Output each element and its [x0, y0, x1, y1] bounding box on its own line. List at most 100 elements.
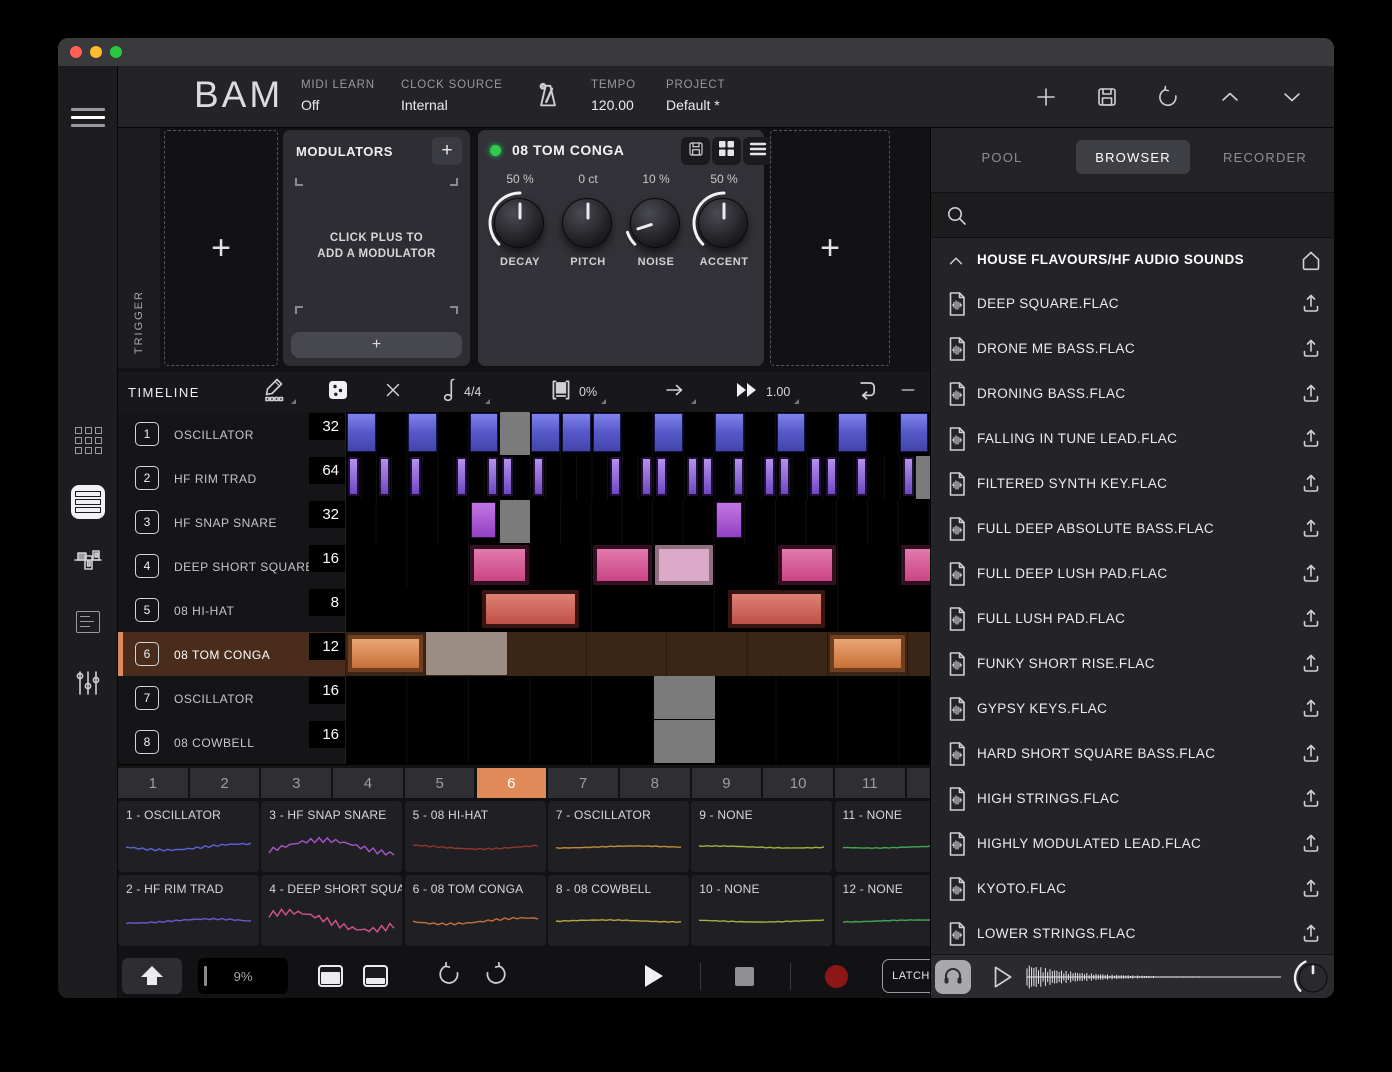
- clock-source-value[interactable]: Internal: [401, 97, 503, 113]
- redo-button[interactable]: [483, 961, 509, 992]
- note-block-blue[interactable]: [347, 413, 376, 452]
- draw-tool-button[interactable]: [261, 378, 287, 406]
- track-header[interactable]: 608 TOM CONGA12: [118, 632, 346, 676]
- layout-bottom-button[interactable]: [363, 965, 388, 987]
- add-modulator-button[interactable]: +: [432, 137, 462, 165]
- pattern-card[interactable]: 12 - NONE: [835, 875, 931, 946]
- note-block-gray[interactable]: [500, 412, 531, 455]
- stop-button[interactable]: [735, 967, 754, 986]
- sequencer-view-button[interactable]: [71, 485, 105, 519]
- track-header[interactable]: 508 HI-HAT8: [118, 588, 346, 632]
- tab-recorder[interactable]: RECORDER: [1206, 140, 1324, 174]
- window-titlebar[interactable]: [58, 38, 1334, 66]
- file-row[interactable]: FULL DEEP ABSOLUTE BASS.FLAC: [931, 507, 1334, 552]
- track-header[interactable]: 808 COWBELL16: [118, 720, 346, 764]
- track-number-badge[interactable]: 4: [135, 554, 159, 578]
- pattern-card[interactable]: 7 - OSCILLATOR: [548, 801, 689, 872]
- note-block-rim[interactable]: [487, 457, 498, 496]
- note-block-blue[interactable]: [531, 413, 560, 452]
- close-window-button[interactable]: [70, 46, 82, 58]
- knob-accent[interactable]: 50 %ACCENT: [690, 172, 758, 268]
- add-modulator-pill-button[interactable]: +: [291, 332, 462, 358]
- note-block-rim[interactable]: [502, 457, 513, 496]
- note-block-blue[interactable]: [838, 413, 867, 452]
- zoom-window-button[interactable]: [110, 46, 122, 58]
- note-block-rim[interactable]: [456, 457, 467, 496]
- note-block-red[interactable]: [728, 590, 825, 628]
- track-grid[interactable]: [346, 456, 930, 500]
- load-file-icon[interactable]: [1299, 786, 1323, 815]
- zoom-level-display[interactable]: 9%: [198, 958, 288, 994]
- file-row[interactable]: DRONE ME BASS.FLAC: [931, 327, 1334, 372]
- pattern-card[interactable]: 5 - 08 HI-HAT: [405, 801, 546, 872]
- track-steps-count[interactable]: 32: [309, 413, 345, 440]
- load-file-icon[interactable]: [1299, 381, 1323, 410]
- save-button[interactable]: [1092, 86, 1122, 112]
- note-block-gray[interactable]: [916, 456, 930, 499]
- scene-button-2[interactable]: 2: [190, 768, 260, 798]
- scene-button-9[interactable]: 9: [692, 768, 762, 798]
- track-grid[interactable]: [346, 544, 930, 588]
- pattern-card[interactable]: 6 - 08 TOM CONGA: [405, 875, 546, 946]
- note-block-pinklight[interactable]: [655, 545, 714, 585]
- load-file-icon[interactable]: [1299, 561, 1323, 590]
- note-block-red[interactable]: [482, 590, 579, 628]
- load-file-icon[interactable]: [1299, 696, 1323, 725]
- pattern-card[interactable]: 10 - NONE: [691, 875, 832, 946]
- load-file-icon[interactable]: [1299, 831, 1323, 860]
- note-block-blue[interactable]: [593, 413, 622, 452]
- load-file-icon[interactable]: [1299, 606, 1323, 635]
- preview-volume-knob[interactable]: [1289, 953, 1334, 998]
- midi-learn-control[interactable]: MIDI LEARN Off: [301, 79, 375, 113]
- swing-control[interactable]: 0%: [548, 378, 597, 406]
- pattern-card[interactable]: 4 - DEEP SHORT SQUARE: [261, 875, 402, 946]
- collapse-panel-button[interactable]: [122, 958, 182, 994]
- scene-button-10[interactable]: 10: [763, 768, 833, 798]
- track-number-badge[interactable]: 5: [135, 598, 159, 622]
- note-block-rim[interactable]: [856, 457, 867, 496]
- file-row[interactable]: FUNKY SHORT RISE.FLAC: [931, 642, 1334, 687]
- scene-button-5[interactable]: 5: [405, 768, 475, 798]
- note-block-pink[interactable]: [470, 545, 529, 585]
- file-row[interactable]: FULL DEEP LUSH PAD.FLAC: [931, 552, 1334, 597]
- preview-waveform[interactable]: [1023, 963, 1283, 996]
- preview-play-button[interactable]: [989, 963, 1015, 996]
- knob-pitch[interactable]: 0 ctPITCH: [554, 172, 622, 268]
- note-block-rim[interactable]: [903, 457, 914, 496]
- track-steps-count[interactable]: 32: [309, 501, 345, 528]
- track-header[interactable]: 1OSCILLATOR32: [118, 412, 346, 456]
- note-block-orange[interactable]: [830, 635, 905, 672]
- loop-button[interactable]: [853, 378, 879, 406]
- pattern-card[interactable]: 2 - HF RIM TRAD: [118, 875, 259, 946]
- minimize-window-button[interactable]: [90, 46, 102, 58]
- knob-control[interactable]: [624, 190, 688, 254]
- load-file-icon[interactable]: [1299, 741, 1323, 770]
- track-steps-count[interactable]: 12: [309, 633, 345, 660]
- note-block-rim[interactable]: [379, 457, 390, 496]
- note-block-rim[interactable]: [641, 457, 652, 496]
- load-file-icon[interactable]: [1299, 921, 1323, 950]
- pattern-card[interactable]: 9 - NONE: [691, 801, 832, 872]
- latch-button[interactable]: LATCH: [882, 959, 930, 993]
- undo-button[interactable]: [1153, 86, 1183, 112]
- knob-control[interactable]: [556, 190, 620, 254]
- track-number-badge[interactable]: 2: [135, 466, 159, 490]
- note-block-snap[interactable]: [471, 502, 497, 538]
- note-block-blue[interactable]: [654, 413, 683, 452]
- add-trigger-pad[interactable]: +: [164, 130, 278, 366]
- note-block-rim[interactable]: [533, 457, 544, 496]
- load-file-icon[interactable]: [1299, 426, 1323, 455]
- load-file-icon[interactable]: [1299, 471, 1323, 500]
- project-value[interactable]: Default *: [666, 97, 725, 113]
- note-block-rim[interactable]: [810, 457, 821, 496]
- collapse-folder-icon[interactable]: [945, 250, 967, 277]
- randomize-button[interactable]: [326, 378, 350, 406]
- file-row[interactable]: FILTERED SYNTH KEY.FLAC: [931, 462, 1334, 507]
- note-block-rim[interactable]: [733, 457, 744, 496]
- track-header[interactable]: 3HF SNAP SNARE32: [118, 500, 346, 544]
- track-grid[interactable]: [346, 676, 930, 720]
- clear-button[interactable]: [382, 378, 404, 406]
- file-row[interactable]: FULL LUSH PAD.FLAC: [931, 597, 1334, 642]
- note-block-pink[interactable]: [901, 545, 931, 585]
- record-button[interactable]: [825, 965, 848, 988]
